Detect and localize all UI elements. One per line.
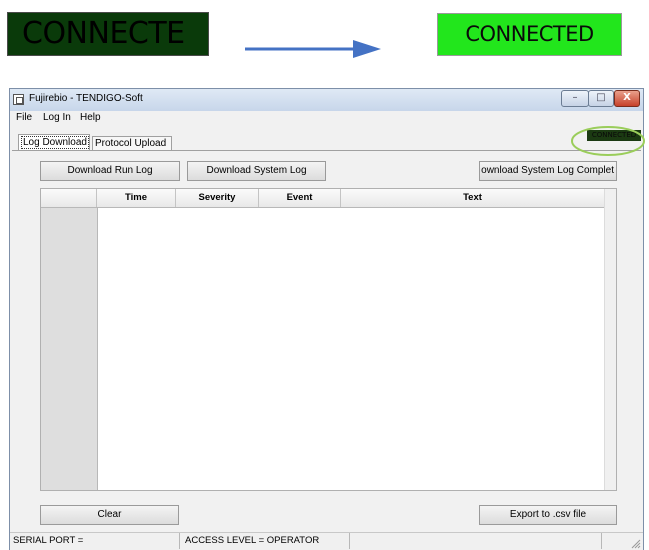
tab-protocol-upload[interactable]: Protocol Upload — [92, 136, 172, 150]
log-grid[interactable]: Time Severity Event Text — [40, 188, 617, 491]
menu-help[interactable]: Help — [80, 112, 101, 123]
row-header-column — [41, 189, 98, 490]
grid-header: Time Severity Event Text — [41, 189, 616, 208]
maximize-button[interactable]: □ — [588, 90, 614, 107]
column-header-text[interactable]: Text — [341, 189, 605, 207]
column-header-event[interactable]: Event — [259, 189, 341, 207]
status-bar: SERIAL PORT = ACCESS LEVEL = OPERATOR — [10, 532, 643, 550]
serial-port-status: SERIAL PORT = — [10, 533, 180, 549]
tab-log-download-label: Log Download — [21, 136, 89, 149]
menu-file[interactable]: File — [16, 112, 32, 123]
download-system-log-button[interactable]: Download System Log — [187, 161, 326, 181]
highlight-ellipse — [571, 126, 645, 156]
column-header-severity[interactable]: Severity — [176, 189, 259, 207]
app-icon — [13, 94, 24, 105]
column-header-time[interactable]: Time — [97, 189, 176, 207]
tab-log-download[interactable]: Log Download — [18, 134, 90, 150]
window-title: Fujirebio - TENDIGO-Soft — [29, 93, 143, 104]
status-panel-empty — [352, 533, 602, 549]
app-window: Fujirebio - TENDIGO-Soft – □ X File Log … — [9, 88, 645, 550]
download-run-log-button[interactable]: Download Run Log — [40, 161, 180, 181]
resize-grip-icon[interactable] — [629, 537, 641, 549]
tab-panel-divider — [12, 150, 641, 151]
close-button[interactable]: X — [614, 90, 640, 107]
connection-status-dark: CONNECTE — [7, 12, 209, 56]
grid-scrollbar-track[interactable] — [604, 189, 616, 490]
connection-status-connected: CONNECTED — [437, 13, 622, 56]
menu-log-in[interactable]: Log In — [43, 112, 71, 123]
minimize-button[interactable]: – — [561, 90, 589, 107]
access-level-status: ACCESS LEVEL = OPERATOR — [182, 533, 350, 549]
clear-button[interactable]: Clear — [40, 505, 179, 525]
download-system-log-complete-button[interactable]: ownload System Log Complet — [479, 161, 617, 181]
title-bar[interactable]: Fujirebio - TENDIGO-Soft – □ X — [10, 89, 643, 111]
grid-corner-cell[interactable] — [41, 189, 97, 207]
arrow-right-icon — [245, 40, 381, 58]
export-csv-button[interactable]: Export to .csv file — [479, 505, 617, 525]
menu-bar: File Log In Help — [10, 111, 643, 125]
